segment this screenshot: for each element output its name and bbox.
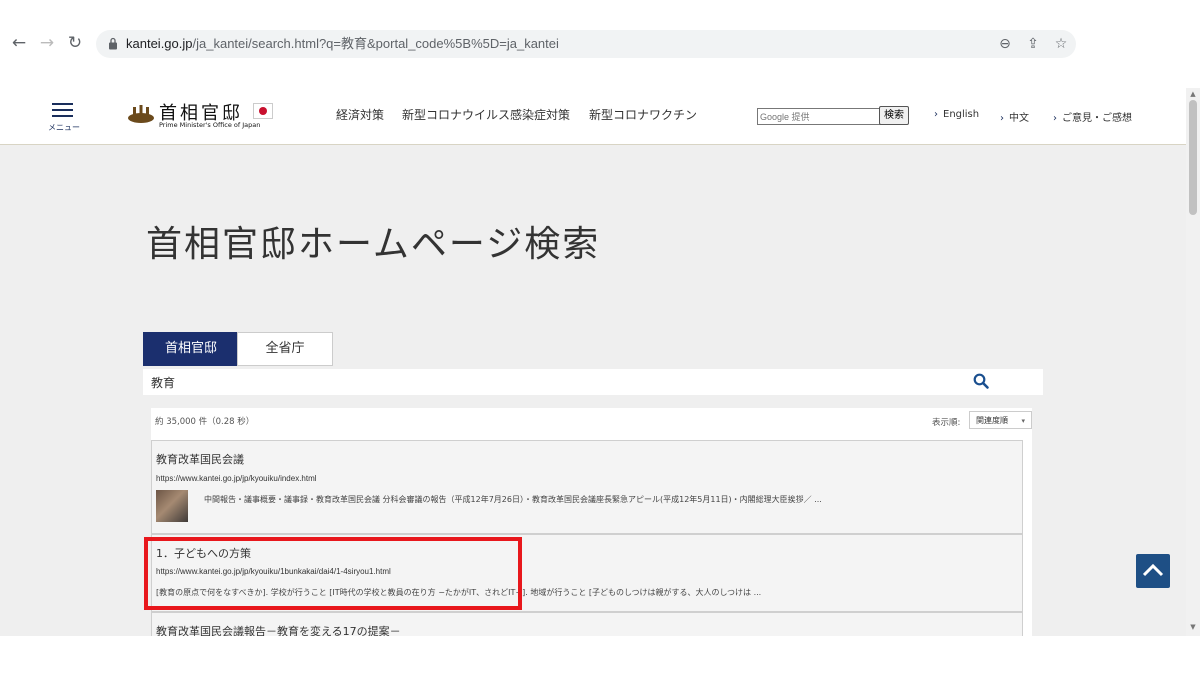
japan-flag-icon: [253, 103, 273, 119]
highlight-annotation: [144, 537, 522, 610]
logo-subtitle: Prime Minister's Office of Japan: [159, 121, 261, 129]
sort-label: 表示順:: [932, 418, 961, 428]
share-icon[interactable]: ⇪: [1024, 35, 1042, 53]
tab-kantei[interactable]: 首相官邸: [143, 332, 239, 366]
site-logo[interactable]: 首相官邸 Prime Minister's Office of Japan: [126, 100, 276, 130]
zoom-icon[interactable]: ⊖: [996, 35, 1014, 53]
link-feedback[interactable]: › ご意見・ご感想: [1053, 109, 1132, 124]
site-header: メニュー 首相官邸 Prime Minister's Office of Jap…: [0, 88, 1186, 145]
site-search-button[interactable]: 検索: [879, 106, 909, 125]
bookmark-star-icon[interactable]: ☆: [1052, 35, 1070, 53]
sort-select[interactable]: 関連度順 ▾: [969, 411, 1032, 429]
nav-covid-measures[interactable]: 新型コロナウイルス感染症対策: [402, 106, 570, 123]
chevron-right-icon: ›: [934, 109, 938, 120]
lock-icon: [109, 37, 117, 50]
search-icon[interactable]: [972, 372, 990, 390]
paulownia-crest-icon: [128, 105, 154, 123]
result-url: https://www.kantei.go.jp/jp/kyouiku/inde…: [156, 474, 317, 483]
search-query-text: 教育: [151, 376, 176, 390]
reload-icon[interactable]: ↻: [64, 32, 86, 54]
chevron-right-icon: ›: [1000, 113, 1004, 124]
result-thumbnail[interactable]: [156, 490, 188, 522]
browser-toolbar: ← → ↻ kantei.go.jp/ja_kantei/search.html…: [0, 0, 1200, 88]
chevron-right-icon: ›: [1053, 113, 1057, 124]
menu-label: メニュー: [48, 123, 80, 132]
vertical-scrollbar[interactable]: ▲ ▼: [1186, 88, 1200, 636]
scroll-thumb[interactable]: [1189, 100, 1197, 215]
page-title: 首相官邸ホームページ検索: [146, 224, 601, 265]
result-title[interactable]: 教育改革国民会議: [156, 451, 244, 467]
bottom-area: [0, 636, 1200, 675]
result-count: 約 35,000 件（0.28 秒）: [155, 417, 255, 427]
chevron-up-icon: [1142, 563, 1164, 577]
menu-button[interactable]: メニュー: [46, 100, 80, 134]
link-chinese[interactable]: › 中文: [1000, 109, 1029, 124]
scroll-down-icon[interactable]: ▼: [1189, 623, 1197, 631]
scroll-up-icon[interactable]: ▲: [1189, 90, 1197, 98]
search-query-box[interactable]: 教育: [143, 369, 1043, 395]
address-bar[interactable]: kantei.go.jp/ja_kantei/search.html?q=教育&…: [96, 30, 1076, 58]
search-result-1: 教育改革国民会議 https://www.kantei.go.jp/jp/kyo…: [151, 440, 1023, 534]
link-english[interactable]: › English: [934, 109, 979, 120]
back-icon[interactable]: ←: [8, 32, 30, 54]
result-snippet: 中間報告・議事概要・議事録・教育改革国民会議 分科会審議の報告（平成12年7月2…: [204, 495, 822, 504]
forward-icon[interactable]: →: [36, 32, 58, 54]
hamburger-icon: [52, 103, 73, 105]
nav-economic-measures[interactable]: 経済対策: [336, 106, 384, 123]
chevron-down-icon: ▾: [1021, 417, 1025, 425]
site-search-input[interactable]: [757, 108, 881, 125]
back-to-top-button[interactable]: [1136, 554, 1170, 588]
url-text: kantei.go.jp/ja_kantei/search.html?q=教育&…: [126, 36, 559, 51]
nav-covid-vaccine[interactable]: 新型コロナワクチン: [589, 106, 697, 123]
tab-all-ministries[interactable]: 全省庁: [237, 332, 333, 366]
